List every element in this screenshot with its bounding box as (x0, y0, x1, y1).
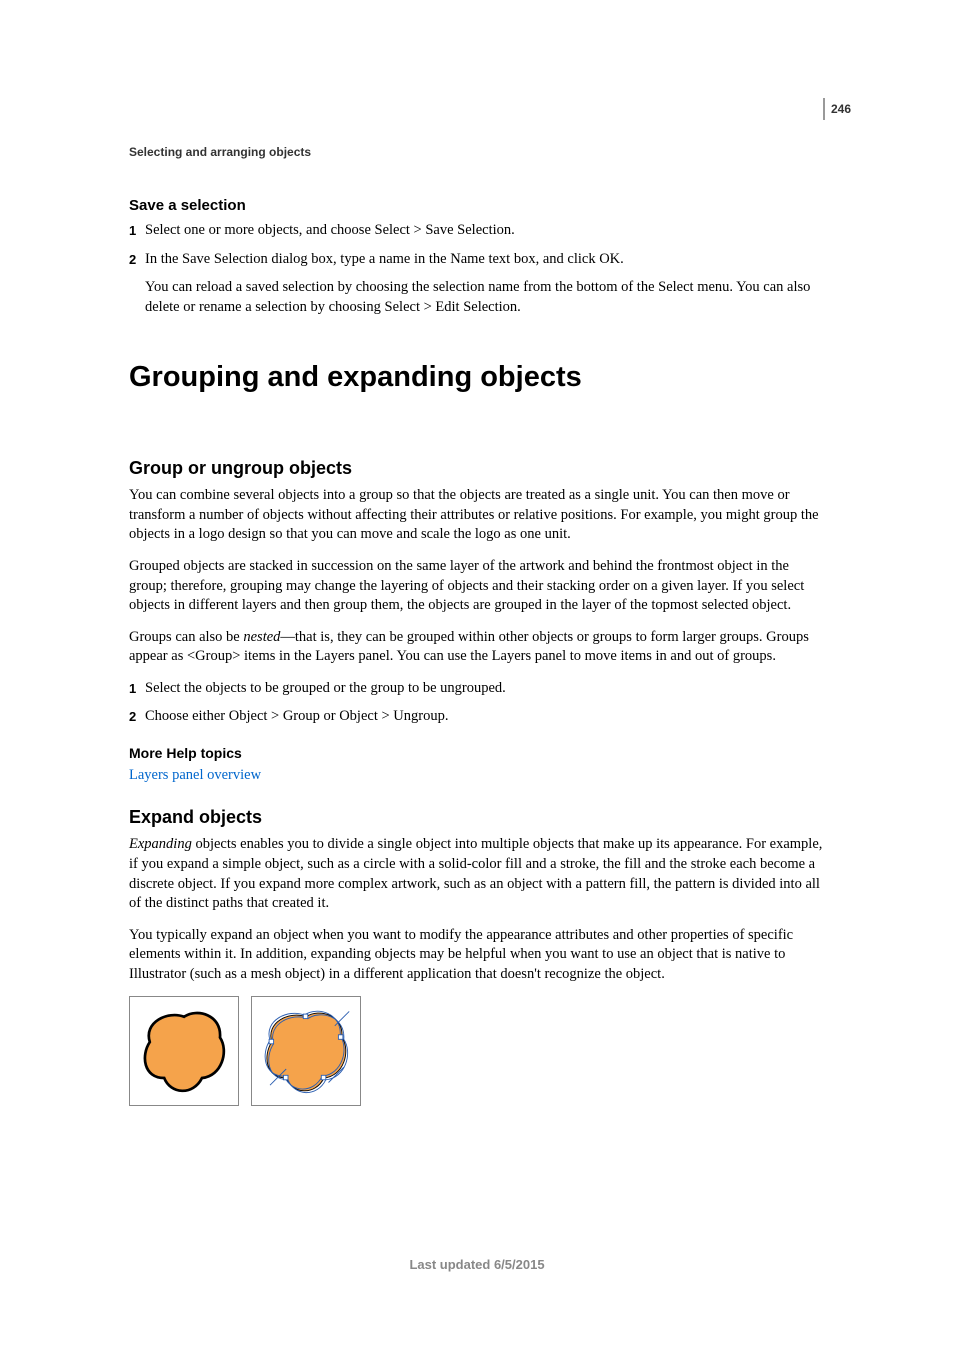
list-text: In the Save Selection dialog box, type a… (145, 250, 829, 270)
list-item: 1 Select one or more objects, and choose… (129, 221, 829, 241)
footer-last-updated: Last updated 6/5/2015 (0, 1257, 954, 1272)
list-item: 2 Choose either Object > Group or Object… (129, 707, 829, 727)
list-number: 1 (129, 221, 145, 241)
page-content: Save a selection 1 Select one or more ob… (129, 197, 829, 1106)
italic-text: nested (243, 629, 280, 645)
after-expand-image (251, 996, 361, 1106)
shape-before-icon (139, 1006, 229, 1096)
list-text: Select one or more objects, and choose S… (145, 221, 829, 241)
page-number: 246 (823, 98, 851, 120)
list-item: 2 In the Save Selection dialog box, type… (129, 250, 829, 270)
chapter-header: Selecting and arranging objects (129, 145, 311, 159)
paragraph: Groups can also be nested—that is, they … (129, 628, 829, 667)
italic-text: Expanding (129, 836, 192, 852)
more-help-heading: More Help topics (129, 745, 829, 761)
save-selection-heading: Save a selection (129, 197, 829, 214)
list-item: 1 Select the objects to be grouped or th… (129, 679, 829, 699)
list-text: Choose either Object > Group or Object >… (145, 707, 829, 727)
list-number: 1 (129, 679, 145, 699)
text-run: Groups can also be (129, 629, 243, 645)
image-row (129, 996, 829, 1106)
page-title: Grouping and expanding objects (129, 361, 829, 394)
paragraph: You typically expand an object when you … (129, 926, 829, 985)
text-run: objects enables you to divide a single o… (129, 836, 822, 911)
list-text: Select the objects to be grouped or the … (145, 679, 829, 699)
group-ungroup-heading: Group or ungroup objects (129, 458, 829, 479)
paragraph: Expanding objects enables you to divide … (129, 835, 829, 913)
paragraph: You can combine several objects into a g… (129, 486, 829, 545)
list-subtext: You can reload a saved selection by choo… (145, 278, 829, 317)
paragraph: Grouped objects are stacked in successio… (129, 557, 829, 616)
list-number: 2 (129, 250, 145, 270)
list-number: 2 (129, 707, 145, 727)
before-expand-image (129, 996, 239, 1106)
shape-after-icon (261, 1006, 351, 1096)
layers-panel-overview-link[interactable]: Layers panel overview (129, 766, 829, 786)
expand-objects-heading: Expand objects (129, 807, 829, 828)
